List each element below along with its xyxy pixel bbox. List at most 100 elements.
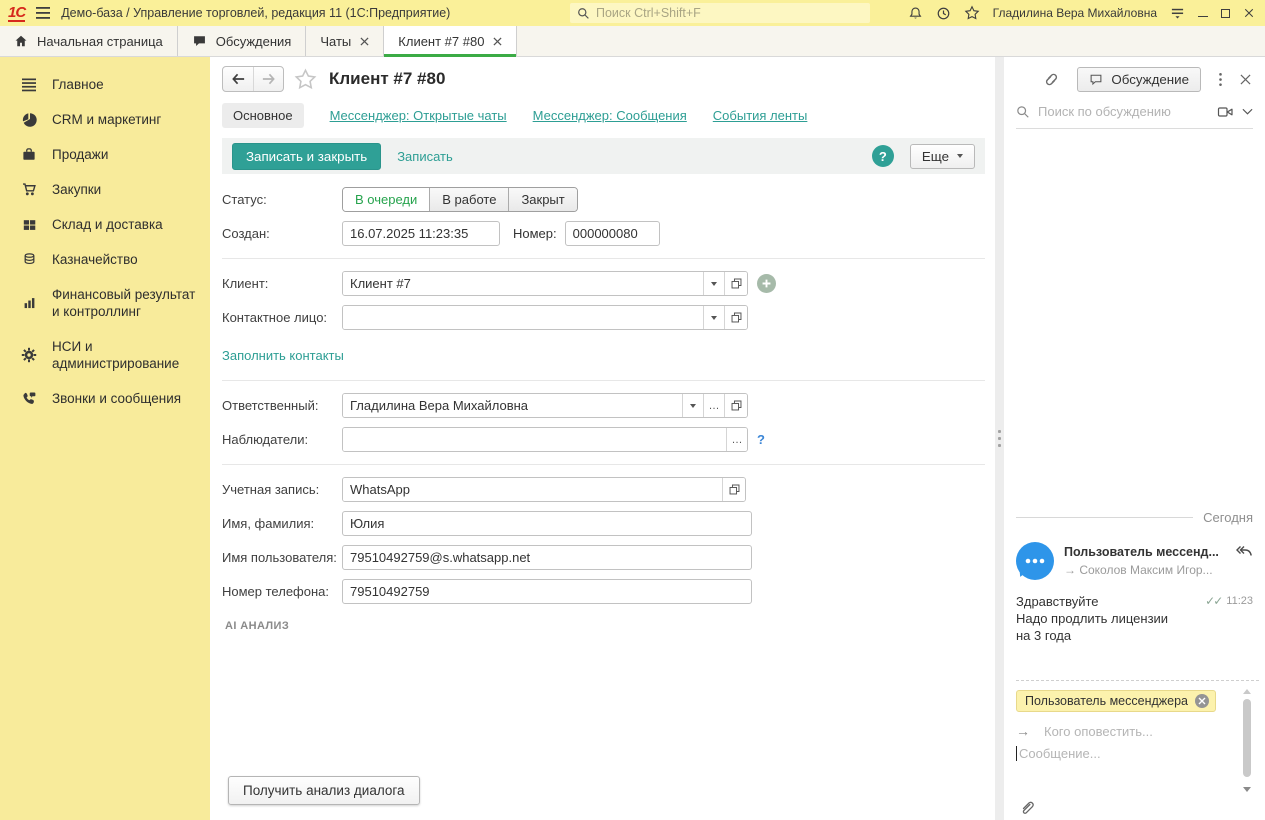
tab-close-icon[interactable] [360,37,369,46]
service-menu-icon[interactable] [1170,6,1185,20]
composer-scrollbar[interactable] [1242,689,1252,792]
history-icon[interactable] [936,6,951,21]
notify-field[interactable]: → Кого оповестить... [1016,723,1231,739]
name-label: Имя, фамилия: [222,516,342,531]
message-header: Пользователь мессенд... → Соколов Максим… [1016,542,1253,580]
number-input[interactable] [565,221,660,246]
tab-home[interactable]: Начальная страница [0,26,178,56]
history-nav-buttons [222,66,284,92]
contact-input[interactable] [343,306,703,329]
status-option-inwork[interactable]: В работе [429,188,508,211]
minimize-button[interactable] [1198,9,1208,17]
status-option-closed[interactable]: Закрыт [508,188,576,211]
client-open-button[interactable] [724,272,747,295]
sidebar-item-finance[interactable]: Финансовый результат и контроллинг [0,277,210,329]
observers-help-link[interactable]: ? [757,432,765,447]
nav-link-open-chats[interactable]: Мессенджер: Открытые чаты [330,108,507,123]
close-panel-icon[interactable] [1240,74,1251,85]
sidebar-item-label: Продажи [52,146,108,163]
more-button[interactable]: Еще [910,144,975,169]
message-time: 11:23 [1226,595,1253,607]
tab-chats[interactable]: Чаты [306,26,384,56]
account-label: Учетная запись: [222,482,342,497]
maximize-button[interactable] [1221,9,1230,18]
panel-splitter[interactable] [995,57,1004,820]
create-client-plus-icon[interactable] [757,274,776,293]
link-icon[interactable] [1043,71,1060,88]
get-dialog-analysis-button[interactable]: Получить анализ диалога [228,776,420,805]
fill-contacts-link[interactable]: Заполнить контакты [222,348,344,363]
client-dropdown-button[interactable] [703,272,724,295]
remove-tag-icon[interactable] [1195,694,1209,708]
scrollbar-thumb[interactable] [1243,699,1251,777]
favorite-star-icon[interactable] [294,68,317,91]
discussion-search-placeholder: Поиск по обсуждению [1038,104,1209,119]
command-bar: Записать и закрыть Записать ? Еще [222,138,985,174]
recipient-tag[interactable]: Пользователь мессенджера [1016,690,1216,712]
discussion-toggle-button[interactable]: Обсуждение [1077,67,1201,92]
sections-sidebar: Главное CRM и маркетинг Продажи Закупки [0,57,210,820]
back-button[interactable] [223,67,253,91]
responsible-open-button[interactable] [724,394,747,417]
account-open-button[interactable] [722,478,745,501]
contact-open-button[interactable] [724,306,747,329]
sidebar-item-label: Звонки и сообщения [52,390,181,407]
responsible-input[interactable] [343,394,682,417]
user-name[interactable]: Гладилина Вера Михайловна [993,6,1157,20]
status-option-queued[interactable]: В очереди [343,188,429,211]
tab-label: Обсуждения [216,34,292,49]
sidebar-item-administration[interactable]: НСИ и администрирование [0,329,210,381]
created-input[interactable] [342,221,500,246]
tab-client[interactable]: Клиент #7 #80 [384,26,517,56]
kebab-menu-icon[interactable] [1218,72,1223,87]
responsible-choose-button[interactable]: … [703,394,724,417]
nav-link-messages[interactable]: Мессенджер: Сообщения [533,108,687,123]
global-search-input[interactable] [596,6,863,20]
search-icon [1016,105,1030,119]
sidebar-item-label: Казначейство [52,251,138,268]
observers-input[interactable] [343,428,726,451]
video-call-icon[interactable] [1217,105,1234,119]
close-window-button[interactable] [1243,7,1255,19]
name-input[interactable] [342,511,752,536]
reply-icon[interactable] [1235,545,1253,559]
notifications-bell-icon[interactable] [908,6,923,21]
observers-field: … [342,427,748,452]
sidebar-item-purchases[interactable]: Закупки [0,172,210,207]
attach-file-icon[interactable] [1018,798,1036,816]
observers-choose-button[interactable]: … [726,428,747,451]
scroll-down-icon[interactable] [1243,787,1251,792]
client-input[interactable] [343,272,703,295]
help-button[interactable]: ? [872,145,894,167]
sidebar-item-main[interactable]: Главное [0,67,210,102]
main-menu-icon[interactable] [35,6,51,20]
message-sender[interactable]: Пользователь мессенд... [1064,545,1219,559]
sidebar-item-sales[interactable]: Продажи [0,137,210,172]
sidebar-item-warehouse[interactable]: Склад и доставка [0,207,210,242]
phone-input[interactable] [342,579,752,604]
chevron-down-icon[interactable] [1242,108,1253,116]
global-search[interactable] [570,3,870,23]
scroll-up-icon[interactable] [1243,689,1251,694]
titlebar-right: Гладилина Вера Михайловна [908,5,1255,21]
message-input[interactable]: Сообщение... [1016,746,1231,761]
forward-button[interactable] [253,67,283,91]
discussion-search[interactable]: Поиск по обсуждению [1016,104,1253,129]
sidebar-item-calls[interactable]: Звонки и сообщения [0,381,210,416]
sidebar-item-treasury[interactable]: Казначейство [0,242,210,277]
app-window: 1С Демо-база / Управление торговлей, ред… [0,0,1265,820]
nav-tab-main[interactable]: Основное [222,103,304,128]
sidebar-item-crm[interactable]: CRM и маркетинг [0,102,210,137]
tab-close-icon[interactable] [493,37,502,46]
responsible-dropdown-button[interactable] [682,394,703,417]
contact-dropdown-button[interactable] [703,306,724,329]
message-composer[interactable]: Пользователь мессенджера → Кого оповести… [1016,680,1259,820]
nav-link-feed-events[interactable]: События ленты [713,108,808,123]
save-and-close-button[interactable]: Записать и закрыть [232,143,381,170]
save-button[interactable]: Записать [397,149,453,164]
tab-discussions[interactable]: Обсуждения [178,26,307,56]
favorites-star-icon[interactable] [964,5,980,21]
client-label: Клиент: [222,276,342,291]
username-input[interactable] [342,545,752,570]
account-input[interactable] [343,478,722,501]
